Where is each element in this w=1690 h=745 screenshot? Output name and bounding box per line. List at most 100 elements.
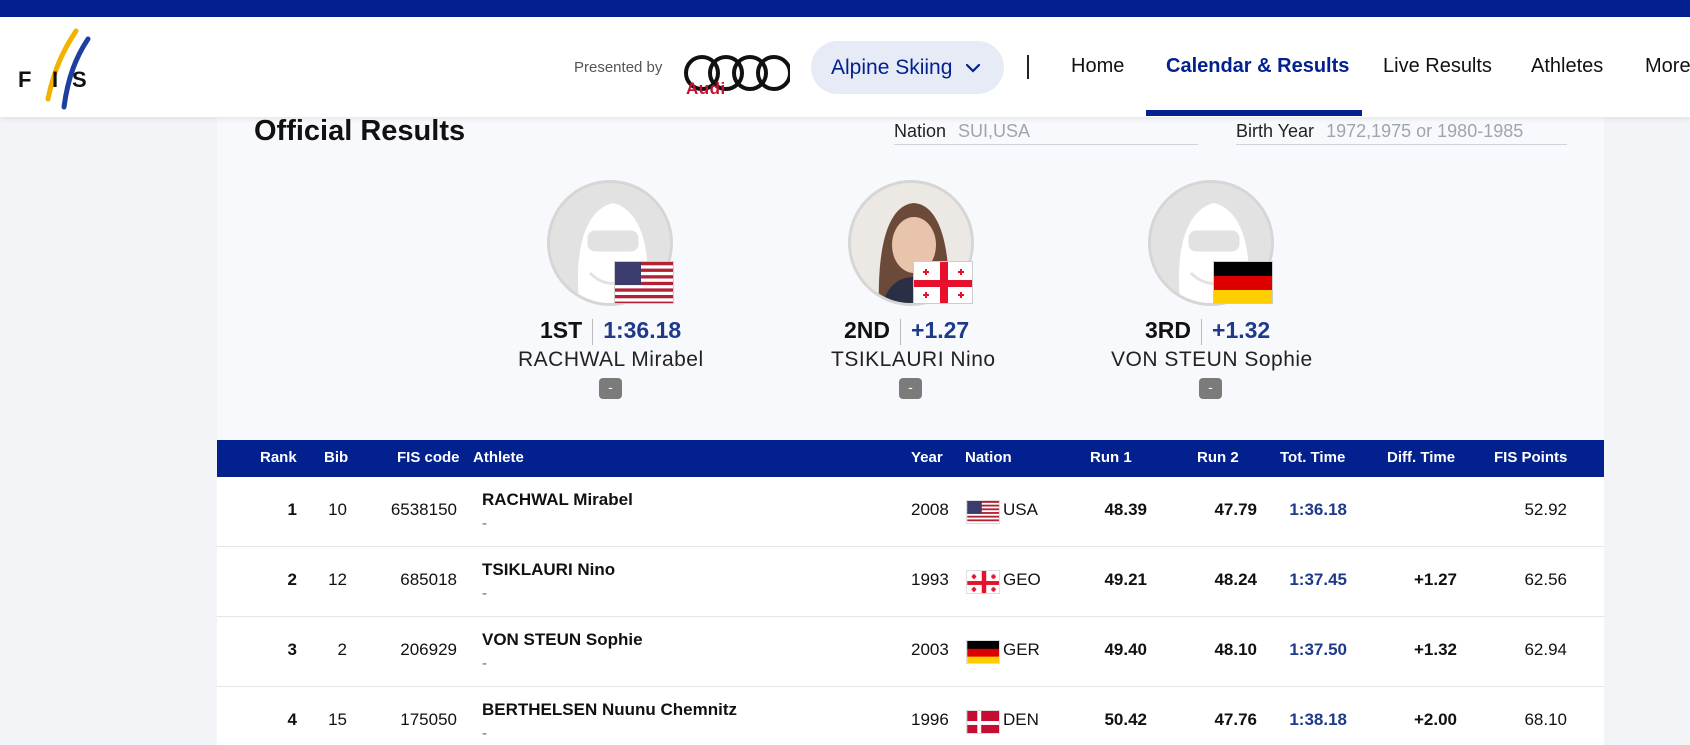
cell-athlete-sub: - <box>482 725 487 742</box>
germany-flag-icon <box>966 640 1000 664</box>
table-row[interactable]: 4 15 175050 BERTHELSEN Nuunu Chemnitz - … <box>217 687 1604 745</box>
fis-logo[interactable]: F I S <box>14 25 104 113</box>
cell-run1: 50.42 <box>1104 710 1147 729</box>
birth-year-filter[interactable]: Birth Year 1972,1975 or 1980-1985 <box>1236 121 1567 145</box>
nav-divider <box>1027 55 1029 79</box>
cell-fis-points: 62.56 <box>1524 570 1567 589</box>
results-table-header: Rank Bib FIS code Athlete Year Nation Ru… <box>217 440 1604 477</box>
col-rank[interactable]: Rank <box>260 449 297 466</box>
svg-text:I: I <box>52 67 58 92</box>
cell-tot-time: 1:37.50 <box>1289 640 1347 659</box>
table-row[interactable]: 1 10 6538150 RACHWAL Mirabel - 2008 USA … <box>217 477 1604 547</box>
cell-year: 1996 <box>911 710 949 729</box>
page-title: Official Results <box>254 115 466 147</box>
cell-athlete[interactable]: BERTHELSEN Nuunu Chemnitz <box>482 700 737 720</box>
podium-3-name[interactable]: VON STEUN Sophie <box>1111 348 1313 372</box>
cell-rank: 3 <box>287 640 297 659</box>
nation-filter[interactable]: Nation SUI,USA <box>894 121 1198 145</box>
podium-3-badge: - <box>1199 378 1222 399</box>
cell-nation: DEN <box>1003 710 1039 729</box>
col-diff-time[interactable]: Diff. Time <box>1387 449 1455 466</box>
svg-text:S: S <box>72 67 87 92</box>
sponsor-name: Audi <box>686 79 726 98</box>
podium-3-rank: 3RD <box>1145 317 1192 343</box>
cell-diff-time: +1.32 <box>1413 640 1457 659</box>
cell-athlete-sub: - <box>482 655 487 672</box>
cell-fis-code: 6538150 <box>390 500 457 519</box>
podium-3-result: 3RD +1.32 <box>1145 317 1270 345</box>
col-fis-points[interactable]: FIS Points <box>1494 449 1567 466</box>
cell-tot-time: 1:37.45 <box>1289 570 1347 589</box>
georgia-flag-icon <box>913 261 973 304</box>
sport-selector[interactable]: Alpine Skiing <box>811 41 1004 94</box>
cell-rank: 1 <box>287 500 297 519</box>
podium-1-rank: 1ST <box>540 317 583 343</box>
table-row[interactable]: 2 12 685018 TSIKLAURI Nino - 1993 GEO 49… <box>217 547 1604 617</box>
top-brand-stripe <box>0 0 1690 17</box>
cell-run2: 47.76 <box>1214 710 1257 729</box>
sport-selector-label: Alpine Skiing <box>831 55 953 79</box>
cell-athlete[interactable]: TSIKLAURI Nino <box>482 560 615 580</box>
active-nav-indicator <box>1146 110 1362 116</box>
cell-fis-code: 175050 <box>400 710 457 729</box>
podium-3-time: +1.32 <box>1212 317 1271 343</box>
col-bib[interactable]: Bib <box>324 449 348 466</box>
cell-run2: 48.10 <box>1214 640 1257 659</box>
cell-athlete[interactable]: VON STEUN Sophie <box>482 630 643 650</box>
nation-filter-input[interactable]: SUI,USA <box>958 121 1030 141</box>
podium-1-result: 1ST 1:36.18 <box>540 317 681 345</box>
cell-fis-code: 685018 <box>400 570 457 589</box>
col-year[interactable]: Year <box>911 449 943 466</box>
cell-run2: 48.24 <box>1214 570 1257 589</box>
table-row[interactable]: 3 2 206929 VON STEUN Sophie - 2003 GER 4… <box>217 617 1604 687</box>
col-nation[interactable]: Nation <box>965 449 1012 466</box>
birth-year-filter-input[interactable]: 1972,1975 or 1980-1985 <box>1326 121 1523 141</box>
cell-diff-time: +2.00 <box>1413 710 1457 729</box>
cell-bib: 10 <box>328 500 347 519</box>
cell-run2: 47.79 <box>1214 500 1257 519</box>
cell-rank: 2 <box>287 570 297 589</box>
podium-2-rank: 2ND <box>844 317 891 343</box>
col-run2[interactable]: Run 2 <box>1197 449 1239 466</box>
podium-1-badge: - <box>599 378 622 399</box>
usa-flag-icon <box>614 261 674 304</box>
cell-bib: 15 <box>328 710 347 729</box>
usa-flag-icon <box>966 500 1000 524</box>
cell-rank: 4 <box>287 710 297 729</box>
col-fis-code[interactable]: FIS code <box>397 449 460 466</box>
podium-2-time: +1.27 <box>911 317 970 343</box>
germany-flag-icon <box>1213 261 1273 304</box>
cell-year: 1993 <box>911 570 949 589</box>
cell-run1: 49.40 <box>1104 640 1147 659</box>
cell-bib: 2 <box>337 640 347 659</box>
presented-by-label: Presented by <box>574 59 663 76</box>
site-header: F I S Presented by Audi Alpine Skiing Ho… <box>0 17 1690 117</box>
cell-fis-points: 62.94 <box>1524 640 1567 659</box>
cell-nation: USA <box>1003 500 1038 519</box>
audi-rings-logo[interactable] <box>682 35 790 115</box>
col-run1[interactable]: Run 1 <box>1090 449 1132 466</box>
cell-fis-points: 52.92 <box>1524 500 1567 519</box>
podium-2-badge: - <box>899 378 922 399</box>
cell-year: 2008 <box>911 500 949 519</box>
podium-1-name[interactable]: RACHWAL Mirabel <box>518 348 704 372</box>
cell-year: 2003 <box>911 640 949 659</box>
cell-nation: GER <box>1003 640 1040 659</box>
nav-calendar-results[interactable]: Calendar & Results <box>1166 55 1349 78</box>
nav-live-results[interactable]: Live Results <box>1383 55 1492 78</box>
nav-more[interactable]: More <box>1645 55 1690 78</box>
birth-year-filter-label: Birth Year <box>1236 121 1315 141</box>
cell-athlete-sub: - <box>482 585 487 602</box>
nav-athletes[interactable]: Athletes <box>1531 55 1603 78</box>
nav-home[interactable]: Home <box>1071 55 1124 78</box>
cell-bib: 12 <box>328 570 347 589</box>
col-athlete[interactable]: Athlete <box>473 449 524 466</box>
cell-tot-time: 1:38.18 <box>1289 710 1347 729</box>
podium-2-name[interactable]: TSIKLAURI Nino <box>831 348 996 372</box>
cell-diff-time: +1.27 <box>1413 570 1457 589</box>
cell-athlete[interactable]: RACHWAL Mirabel <box>482 490 633 510</box>
cell-athlete-sub: - <box>482 515 487 532</box>
cell-run1: 48.39 <box>1104 500 1147 519</box>
chevron-down-icon <box>966 63 981 73</box>
col-tot-time[interactable]: Tot. Time <box>1280 449 1345 466</box>
